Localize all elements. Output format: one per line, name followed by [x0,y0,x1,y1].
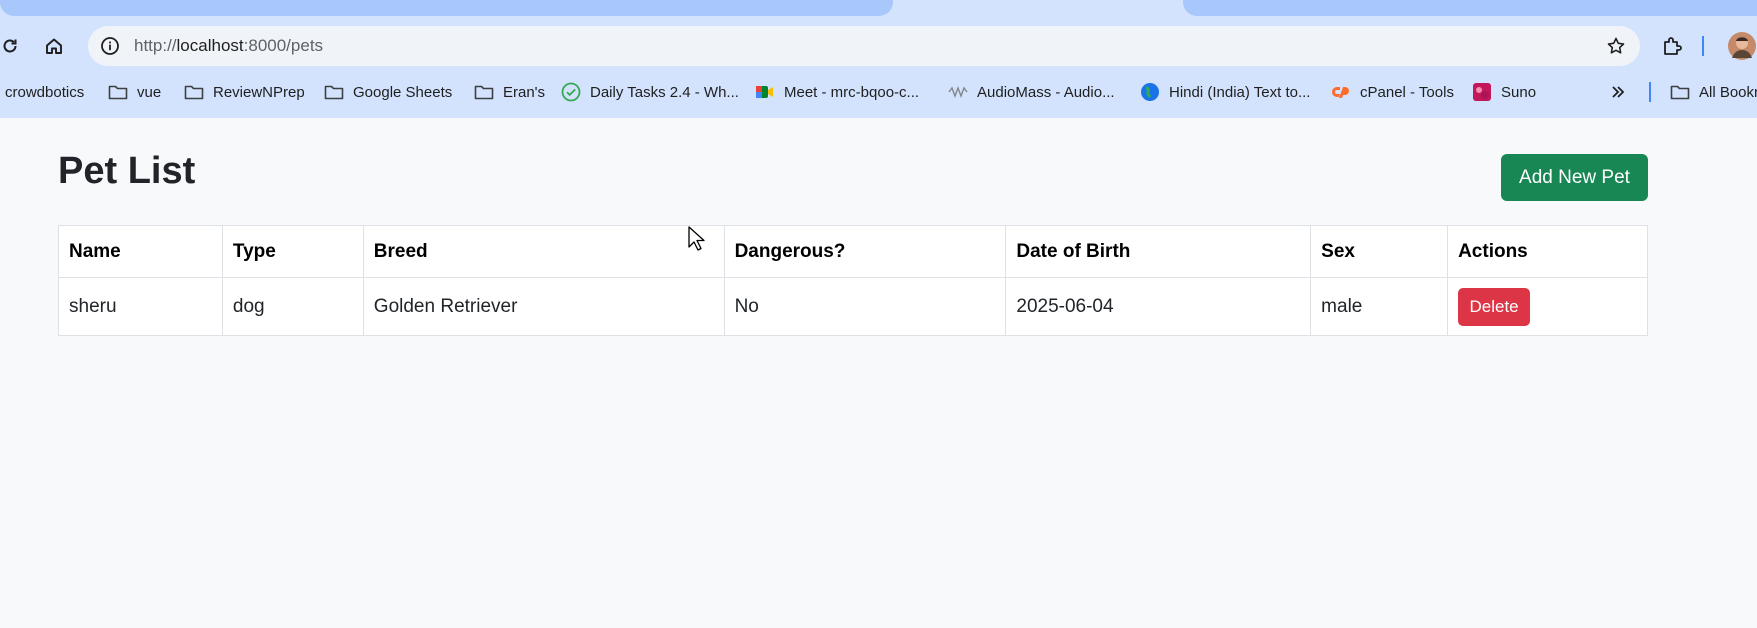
bookmark-label: ReviewNPrep [213,83,305,101]
bookmark-label: Meet - mrc-bqoo-c... [784,83,920,101]
cell-type: dog [221,277,364,336]
bookmark-all-bookmarks[interactable]: All Bookmarks [1670,80,1757,104]
folder-icon [184,82,204,102]
address-bar[interactable]: http://localhost:8000/pets [88,26,1640,66]
cell-sex: male [1310,277,1449,336]
bookmark-label: Suno [1501,83,1537,101]
reload-icon[interactable] [0,30,26,62]
url-host: localhost [176,36,244,55]
folder-icon [474,82,494,102]
bookmark-label: Hindi (India) Text to... [1169,83,1311,101]
cell-name: sheru [58,277,223,336]
bookmark-crowdbotics[interactable]: crowdbotics [5,80,84,104]
toolbar-divider [1700,30,1706,62]
add-new-pet-button[interactable]: Add New Pet [1501,154,1648,201]
bookmark-google-sheets[interactable]: Google Sheets [324,80,452,104]
bookmark-daily-tasks[interactable]: Daily Tasks 2.4 - Wh... [561,80,739,104]
bookmark-meet[interactable]: Meet - mrc-bqoo-c... [755,80,919,104]
cell-dangerous: No [723,277,1007,336]
mouse-cursor-icon [688,226,705,251]
cell-breed: Golden Retriever [362,277,725,336]
cell-dob: 2025-06-04 [1005,277,1312,336]
site-info-icon[interactable] [98,34,122,58]
tab-strip [0,0,1757,18]
globe-icon [1140,82,1160,102]
more-bookmarks-icon[interactable] [1610,80,1626,104]
bookmark-label: Eran's [503,83,546,101]
bookmark-hindi-tts[interactable]: Hindi (India) Text to... [1140,80,1310,104]
browser-chrome: http://localhost:8000/pets crowdbotics v… [0,0,1757,118]
browser-tab-active[interactable] [893,0,1183,18]
bookmark-reviewnprep[interactable]: ReviewNPrep [184,80,305,104]
bookmark-vue[interactable]: vue [108,80,161,104]
url-text: http://localhost:8000/pets [134,36,323,56]
page-content: Pet List Add New Pet Name Type Breed Dan… [0,118,1757,628]
check-circle-icon [561,82,581,102]
home-icon[interactable] [38,30,70,62]
bookmarks-bar: crowdbotics vue ReviewNPrep Google Sheet… [0,74,1757,110]
folder-icon [108,82,128,102]
url-path: :8000/pets [243,36,324,55]
bookmark-star-icon[interactable] [1604,34,1628,58]
column-header-name: Name [58,225,223,278]
folder-icon [324,82,344,102]
folder-icon [1670,82,1690,102]
table-header-row: Name Type Breed Dangerous? Date of Birth… [58,225,1648,278]
browser-tab-previous[interactable] [0,0,893,16]
cpanel-icon [1331,82,1351,102]
column-header-breed: Breed [362,225,725,278]
bookmark-label: Google Sheets [353,83,453,101]
meet-icon [755,82,775,102]
delete-button[interactable]: Delete [1458,287,1531,326]
bookmark-erans[interactable]: Eran's [474,80,545,104]
browser-toolbar: http://localhost:8000/pets [0,22,1757,70]
bookmark-label: Daily Tasks 2.4 - Wh... [590,83,739,101]
browser-tab-next[interactable] [1183,0,1757,16]
bookmark-label: crowdbotics [5,83,85,101]
pet-table: Name Type Breed Dangerous? Date of Birth… [58,225,1648,336]
cell-actions: Delete [1447,277,1648,336]
bookmark-label: cPanel - Tools [1360,83,1454,101]
bookmarks-divider [1648,80,1652,104]
extensions-icon[interactable] [1656,30,1688,62]
bookmark-label: vue [137,83,162,101]
table-row: sheru dog Golden Retriever No 2025-06-04… [58,277,1648,336]
bookmark-label: All Bookmarks [1699,83,1757,101]
column-header-type: Type [221,225,364,278]
suno-icon [1472,82,1492,102]
column-header-dob: Date of Birth [1005,225,1312,278]
bookmark-audiomass[interactable]: AudioMass - Audio... [948,80,1115,104]
wave-icon [948,82,968,102]
column-header-sex: Sex [1310,225,1449,278]
column-header-dangerous: Dangerous? [723,225,1007,278]
profile-avatar[interactable] [1726,30,1757,62]
bookmark-label: AudioMass - Audio... [977,83,1115,101]
column-header-actions: Actions [1447,225,1648,278]
page-title: Pet List [58,150,196,192]
bookmark-suno[interactable]: Suno [1472,80,1536,104]
bookmark-cpanel[interactable]: cPanel - Tools [1331,80,1454,104]
url-scheme: http:// [134,36,177,55]
